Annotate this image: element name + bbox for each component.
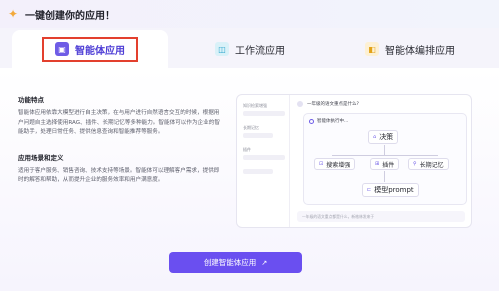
node-plugin: ⊞ 插件 — [370, 158, 400, 170]
create-agent-app-button[interactable]: 创建智能体应用 ↗ — [169, 252, 302, 273]
node-decision: ⌂ 决策 — [368, 130, 399, 144]
preview-question-text: 一年级的语文重点是什么? — [307, 102, 359, 107]
tab-agent-app[interactable]: ▣ 智能体应用 — [12, 30, 168, 68]
page-title: 一键创建你的应用！ — [25, 10, 115, 22]
flow-connector — [384, 171, 385, 182]
prompt-icon: ⊏ — [367, 187, 372, 193]
agent-preview-illustration: 知识检索增强 长期记忆 插件 一年级的语文重点是什么? 智能体执行中... ⌂ … — [236, 94, 472, 228]
tab-orchestration-app[interactable]: ◧ 智能体编排应用 — [330, 30, 490, 68]
agent-icon: ▣ — [55, 42, 69, 56]
tab-content-panel: 功能特点 智能体应用依靠大模型进行自主决策，在与用户进行自然语言交互的时候，根据… — [0, 68, 499, 291]
app-type-tabs: ▣ 智能体应用 ◫ 工作流应用 ◧ 智能体编排应用 — [0, 30, 499, 68]
memory-icon: ⚲ — [413, 161, 417, 167]
node-label: 搜索增强 — [326, 161, 351, 169]
arrow-up-right-icon: ↗ — [261, 258, 268, 267]
preview-side-label: 知识检索增强 — [243, 103, 267, 108]
node-search: ⊡ 搜索增强 — [314, 158, 356, 170]
preview-side-bar — [243, 111, 285, 116]
description-section: 功能特点 智能体应用依靠大模型进行自主决策，在与用户进行自然语言交互的时候，根据… — [18, 94, 223, 186]
loading-icon — [309, 118, 314, 124]
tab-label: 工作流应用 — [235, 45, 285, 57]
preview-flow-box: 智能体执行中... ⌂ 决策 ⊡ 搜索增强 ⊞ 插件 ⚲ 长期记忆 ⊏ 模型pr… — [303, 113, 467, 205]
tab-workflow-app[interactable]: ◫ 工作流应用 — [180, 30, 320, 68]
scenarios-text: 适用于客户服务、销售咨询、技术支持等场景。智能体可以理解客户需求，提供即时的解答… — [18, 167, 220, 184]
search-enhance-icon: ⊡ — [319, 161, 324, 167]
node-memory: ⚲ 长期记忆 — [408, 158, 449, 170]
node-label: 决策 — [379, 133, 394, 141]
create-button-label: 创建智能体应用 — [203, 258, 257, 267]
node-label: 模型prompt — [374, 186, 414, 194]
preview-running-status: 智能体执行中... — [309, 118, 348, 124]
decision-icon: ⌂ — [373, 134, 377, 140]
scenarios-heading: 应用场景和定义 — [18, 153, 64, 162]
preview-side-bar — [243, 169, 273, 174]
orchestration-icon: ◧ — [365, 42, 379, 56]
preview-sidebar: 知识检索增强 长期记忆 插件 — [243, 103, 285, 183]
flow-connector — [384, 145, 385, 155]
node-label: 插件 — [382, 161, 395, 169]
preview-input-text: 一年级的语文重点都是什么，新格林发来于 — [302, 213, 375, 219]
preview-side-bar — [243, 155, 285, 160]
preview-question: 一年级的语文重点是什么? — [297, 101, 359, 107]
node-label: 长期记忆 — [419, 161, 444, 169]
sparkle-icon: ✦ — [8, 6, 19, 21]
flow-connector — [332, 155, 438, 156]
preview-side-label: 插件 — [243, 147, 251, 152]
preview-divider — [289, 95, 290, 227]
plugin-icon: ⊞ — [375, 161, 380, 167]
tab-label: 智能体编排应用 — [385, 45, 455, 57]
running-text: 智能体执行中... — [317, 119, 349, 124]
preview-side-label: 长期记忆 — [243, 125, 259, 130]
features-heading: 功能特点 — [18, 96, 44, 104]
features-text: 智能体应用依靠大模型进行自主决策，在与用户进行自然语言交互的时候，根据用户问题自… — [18, 110, 220, 135]
avatar — [297, 101, 303, 107]
page-header: ✦ 一键创建你的应用！ — [0, 0, 499, 28]
tab-label: 智能体应用 — [75, 45, 125, 57]
preview-side-bar — [243, 133, 273, 138]
preview-input-bar: 一年级的语文重点都是什么，新格林发来于 — [297, 211, 465, 222]
node-model-prompt: ⊏ 模型prompt — [362, 183, 419, 197]
workflow-icon: ◫ — [215, 42, 229, 56]
